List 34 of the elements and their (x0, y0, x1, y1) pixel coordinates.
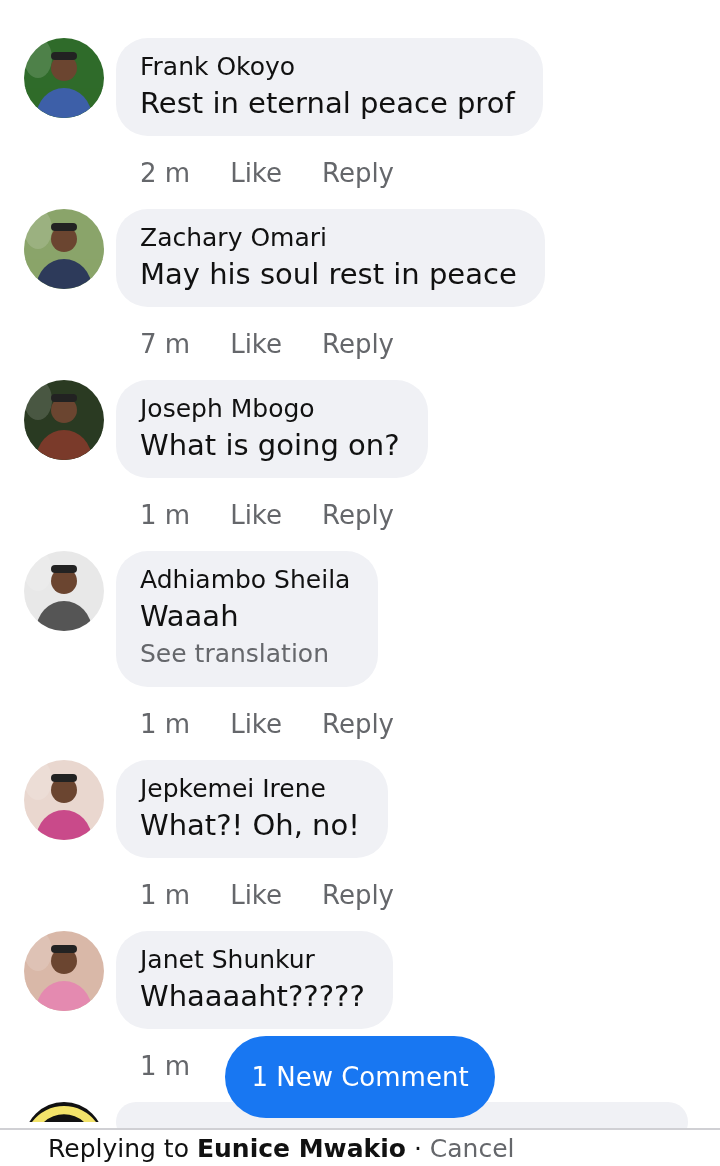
comment-time: 1 m (140, 499, 191, 530)
author-name[interactable]: Frank Okoyo (140, 50, 515, 84)
comment-time: 1 m (140, 879, 191, 910)
separator-dot: · (413, 1133, 422, 1165)
like-link[interactable]: Like (230, 157, 282, 188)
reply-link[interactable]: Reply (322, 328, 394, 359)
author-name[interactable]: Janet Shunkur (140, 943, 365, 977)
author-name[interactable]: Joseph Mbogo (140, 392, 400, 426)
comment-text: What is going on? (140, 427, 400, 464)
new-comment-button[interactable]: 1 New Comment (225, 1036, 495, 1118)
replying-to-label: Replying to (48, 1133, 189, 1165)
reply-link[interactable]: Reply (322, 708, 394, 739)
reply-link[interactable]: Reply (322, 157, 394, 188)
comment-text: May his soul rest in peace (140, 256, 517, 293)
like-link[interactable]: Like (230, 499, 282, 530)
author-name[interactable]: Adhiambo Sheila (140, 563, 351, 597)
comment-text: Rest in eternal peace prof (140, 85, 515, 122)
comment-time: 1 m (140, 1050, 191, 1081)
comment-text: What?! Oh, no! (140, 807, 360, 844)
author-name[interactable]: Jepkemei Irene (140, 772, 360, 806)
comment-text: Whaaaaht????? (140, 978, 365, 1015)
comment-text: Waaah (140, 598, 240, 635)
cancel-link[interactable]: Cancel (429, 1133, 515, 1165)
reply-link[interactable]: Reply (322, 499, 394, 530)
reply-target-name: Eunice Mwakio (196, 1133, 406, 1165)
see-translation-link[interactable]: See translation (140, 635, 351, 673)
comment-time: 2 m (140, 157, 191, 188)
comment-time: 7 m (140, 328, 191, 359)
author-name[interactable]: Zachary Omari (140, 221, 517, 255)
reply-link[interactable]: Reply (322, 879, 394, 910)
comment-time: 1 m (140, 708, 191, 739)
like-link[interactable]: Like (230, 708, 282, 739)
like-link[interactable]: Like (230, 328, 282, 359)
like-link[interactable]: Like (230, 879, 282, 910)
